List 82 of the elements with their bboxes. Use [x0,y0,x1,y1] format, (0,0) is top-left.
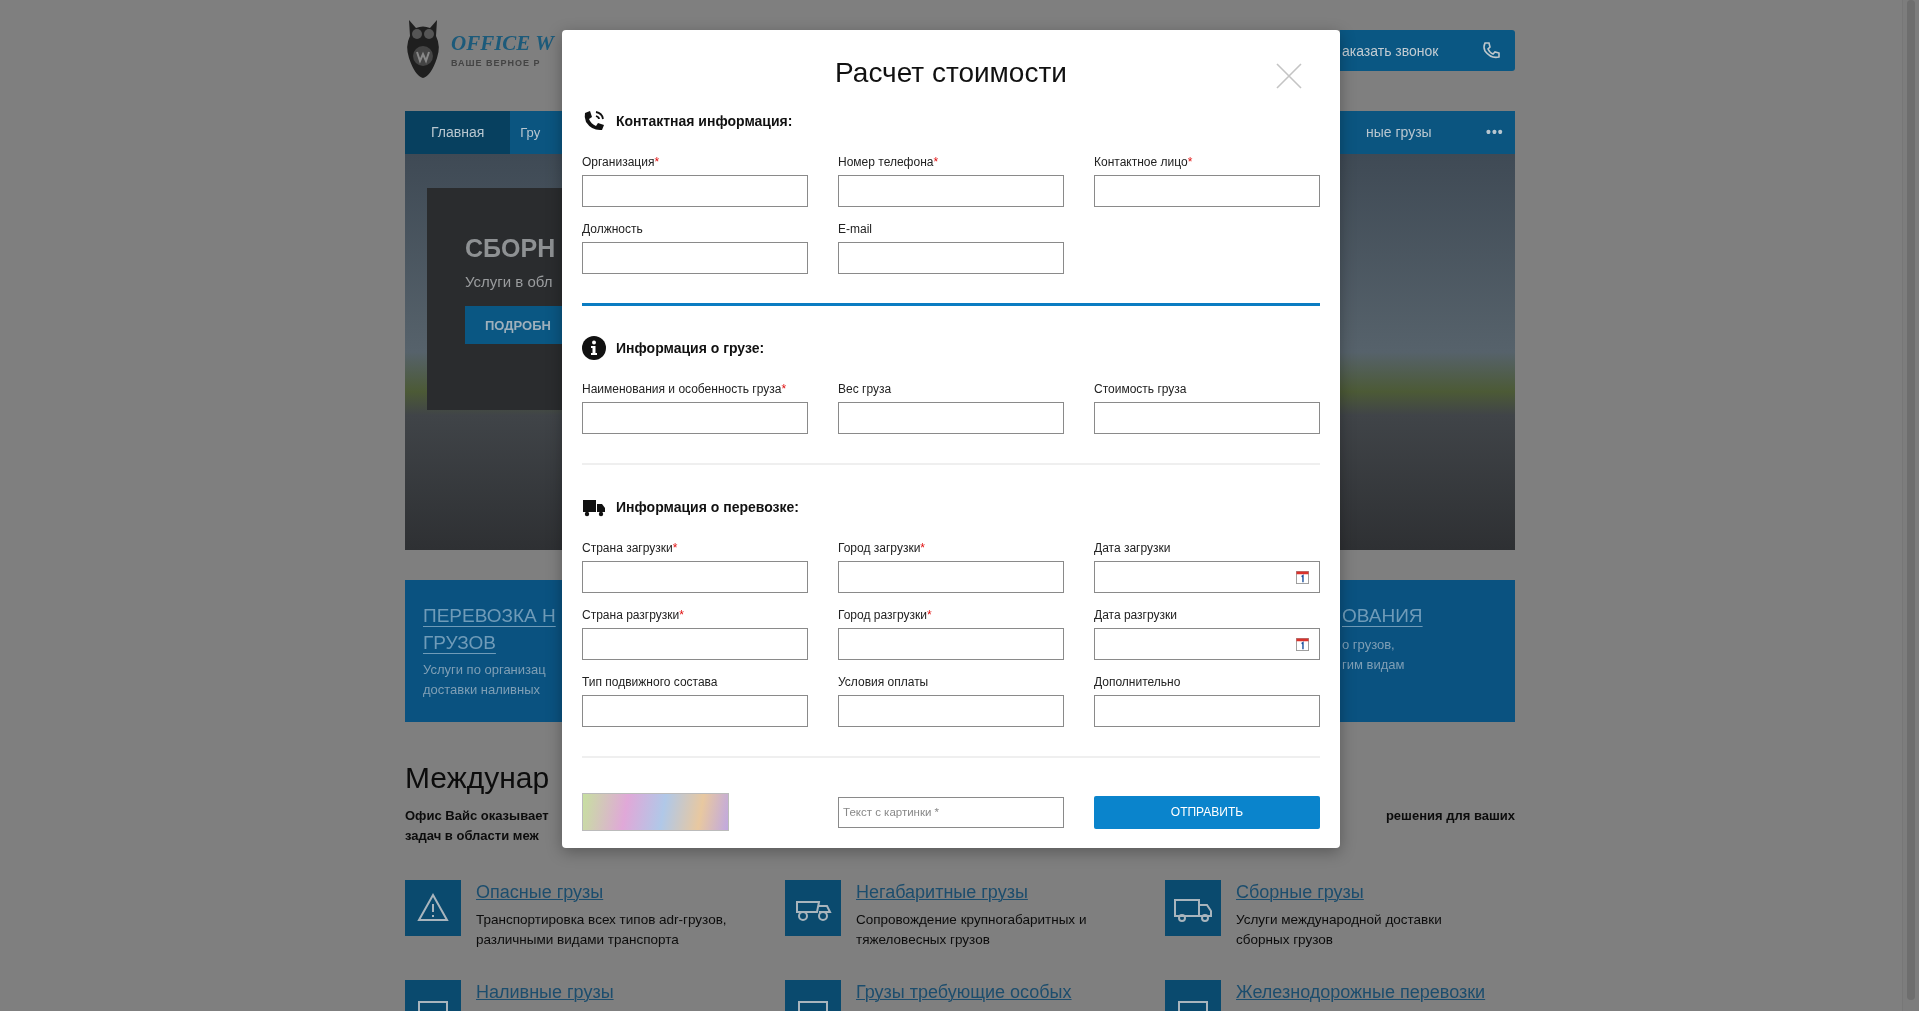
nav-item[interactable]: Гру [510,111,541,154]
nav-item[interactable]: ные грузы [1340,111,1458,154]
field-label: Дата разгрузки [1094,608,1178,624]
card-title[interactable]: ОВАНИЯ [1342,602,1515,629]
input-field[interactable] [582,175,808,207]
field-label: Город разгрузки* [838,608,933,624]
field-label: Страна загрузки* [582,541,679,557]
field-label: Должность [582,222,644,238]
service-text: тяжеловесных грузов [856,931,991,949]
card-text: доставки наливных [423,681,541,699]
field-label: Страна разгрузки* [582,608,685,624]
intro-text: Офис Вайс оказывает [405,807,549,825]
section-heading: Междунар [405,760,550,796]
field-label: Организация* [582,155,661,171]
input-field[interactable] [1094,561,1320,593]
card-text: гим видам [1342,656,1406,674]
field-label: Наименования и особенность груза* [582,382,788,398]
service-link[interactable]: Грузы требующие особых [856,980,1072,1004]
service-link[interactable]: Наливные грузы [476,980,614,1004]
section-heading: Контактная информация: [616,113,793,129]
service-link[interactable]: Сборные грузы [1236,880,1442,904]
logo-title: OFFICE W [451,30,554,57]
input-field[interactable] [1094,402,1320,434]
card-text: о грузов, [1342,636,1396,654]
nav-item[interactable]: ••• [1460,111,1530,154]
input-field[interactable] [838,695,1064,727]
hero-text: Услуги в обл [465,273,554,290]
input-field[interactable] [838,175,1064,207]
modal-title: Расчет стоимости [835,57,1067,89]
details-button[interactable]: ПОДРОБН [465,306,562,344]
phone-icon [1481,40,1501,61]
input-field[interactable] [838,628,1064,660]
calendar-icon[interactable] [1296,637,1309,651]
field-label: Вес груза [838,382,893,398]
submit-button[interactable]: ОТПРАВИТЬ [1094,795,1320,829]
input-field[interactable] [582,242,808,274]
input-field[interactable] [582,561,808,593]
service-link[interactable]: Железнодорожные перевозки [1236,980,1486,1004]
input-field[interactable] [1094,695,1320,727]
service-text: различными видами транспорта [476,931,680,949]
card-title[interactable]: ГРУЗОВ [423,629,565,656]
service-text: Сопровождение крупногабаритных и [856,911,1087,929]
phone-icon [582,109,606,133]
warning-icon [405,880,461,936]
input-field[interactable] [1094,628,1320,660]
hero-title: СБОРН [465,234,557,263]
input-field[interactable] [838,242,1064,274]
field-label: Контактное лицо* [1094,155,1194,171]
truck-icon [1165,880,1221,936]
nav-item[interactable]: Главная [405,111,511,154]
input-field[interactable] [582,402,808,434]
captcha-field[interactable]: Текст с картинки * [838,796,1064,828]
field-label: Дополнительно [1094,675,1182,691]
intro-text: задач в области меж [405,827,540,845]
logo-subtitle: ВАШЕ ВЕРНОЕ Р [451,58,542,68]
service-text: Услуги международной доставки [1236,911,1442,929]
section-heading: Информация о грузе: [616,340,765,356]
field-label: Дата загрузки [1094,541,1172,557]
field-label: Город загрузки* [838,541,926,557]
field-label: Стоимость груза [1094,382,1188,398]
calendar-icon[interactable] [1296,570,1309,584]
field-label: Тип подвижного состава [582,675,719,691]
field-label: Номер телефона* [838,155,940,171]
service-text: Транспортировка всех типов adr-грузов, [476,911,727,929]
field-label: E-mail [838,222,873,238]
close-icon[interactable] [1276,63,1302,89]
input-field[interactable] [582,628,808,660]
service-link[interactable]: Опасные грузы [476,880,727,904]
input-field[interactable] [582,695,808,727]
input-field[interactable] [1094,175,1320,207]
input-field[interactable] [838,402,1064,434]
service-text: сборных грузов [1236,931,1334,949]
callback-button[interactable]: аказать звонок [1340,30,1515,71]
card-title[interactable]: ПЕРЕВОЗКА Н [423,602,565,629]
dump-truck-icon [785,880,841,936]
field-label: Условия оплаты [838,675,930,691]
section-heading: Информация о перевозке: [616,499,799,515]
input-field[interactable] [838,561,1064,593]
intro-text: решения для ваших [1385,807,1515,825]
card-text: Услуги по организац [423,661,547,679]
info-icon [582,336,606,360]
service-link[interactable]: Негабаритные грузы [856,880,1087,904]
